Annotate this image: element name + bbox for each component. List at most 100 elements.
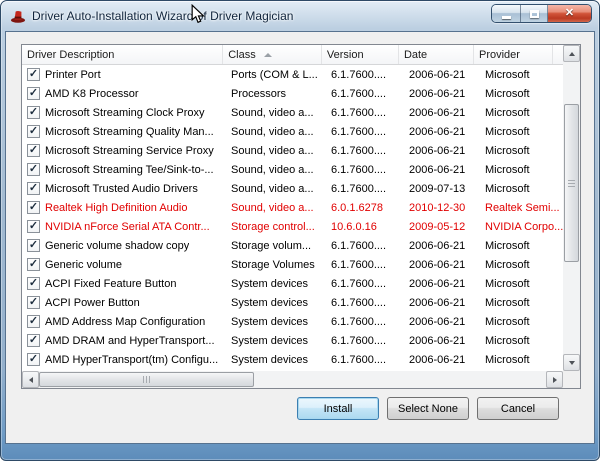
row-checkbox[interactable]: ✓ — [27, 144, 40, 157]
cell-date: 2010-12-30 — [404, 202, 480, 214]
column-header-label: Class — [228, 49, 256, 61]
vertical-scroll-thumb[interactable] — [564, 104, 579, 262]
table-row[interactable]: ✓AMD HyperTransport(tm) Configu...System… — [22, 350, 563, 369]
maximize-icon — [530, 10, 539, 18]
cell-date: 2006-06-21 — [404, 145, 480, 157]
cell-provider: Microsoft — [480, 126, 563, 138]
arrow-down-icon — [569, 361, 575, 365]
horizontal-scroll-track[interactable] — [39, 371, 546, 388]
list-body: ✓Printer PortPorts (COM & L...6.1.7600..… — [22, 65, 563, 371]
cell-version: 6.0.1.6278 — [326, 202, 404, 214]
table-row[interactable]: ✓Printer PortPorts (COM & L...6.1.7600..… — [22, 65, 563, 84]
scroll-right-button[interactable] — [546, 371, 563, 388]
driver-description-label: ACPI Fixed Feature Button — [45, 278, 176, 290]
cell-date: 2006-06-21 — [404, 297, 480, 309]
row-checkbox[interactable]: ✓ — [27, 296, 40, 309]
driver-description-label: Microsoft Streaming Service Proxy — [45, 145, 214, 157]
cell-description: ✓Generic volume — [22, 258, 226, 271]
row-checkbox[interactable]: ✓ — [27, 201, 40, 214]
row-checkbox[interactable]: ✓ — [27, 239, 40, 252]
table-row[interactable]: ✓Microsoft Streaming Tee/Sink-to-...Soun… — [22, 160, 563, 179]
column-header-driver-description[interactable]: Driver Description — [22, 45, 223, 64]
column-header-class[interactable]: Class — [223, 45, 322, 64]
select-none-button[interactable]: Select None — [387, 397, 469, 420]
scroll-left-button[interactable] — [22, 371, 39, 388]
table-row[interactable]: ✓Generic volume shadow copyStorage volum… — [22, 236, 563, 255]
driver-description-label: Microsoft Trusted Audio Drivers — [45, 183, 198, 195]
column-header-provider[interactable]: Provider — [474, 45, 553, 64]
install-button[interactable]: Install — [297, 397, 379, 420]
row-checkbox[interactable]: ✓ — [27, 106, 40, 119]
arrow-right-icon — [553, 377, 557, 383]
table-row[interactable]: ✓Microsoft Streaming Service ProxySound,… — [22, 141, 563, 160]
table-row[interactable]: ✓ACPI Power ButtonSystem devices6.1.7600… — [22, 293, 563, 312]
table-row[interactable]: ✓AMD DRAM and HyperTransport...System de… — [22, 331, 563, 350]
row-checkbox[interactable]: ✓ — [27, 334, 40, 347]
column-header-label: Driver Description — [27, 49, 114, 61]
close-button[interactable]: ✕ — [548, 5, 591, 22]
table-row[interactable]: ✓AMD K8 ProcessorProcessors6.1.7600....2… — [22, 84, 563, 103]
row-checkbox[interactable]: ✓ — [27, 220, 40, 233]
column-header-date[interactable]: Date — [399, 45, 474, 64]
cell-date: 2006-06-21 — [404, 335, 480, 347]
cell-version: 6.1.7600.... — [326, 354, 404, 366]
cell-provider: Microsoft — [480, 183, 563, 195]
row-checkbox[interactable]: ✓ — [27, 258, 40, 271]
row-checkbox[interactable]: ✓ — [27, 68, 40, 81]
maximize-button[interactable] — [520, 5, 548, 22]
row-checkbox[interactable]: ✓ — [27, 315, 40, 328]
table-row[interactable]: ✓Realtek High Definition AudioSound, vid… — [22, 198, 563, 217]
table-row[interactable]: ✓Microsoft Streaming Clock ProxySound, v… — [22, 103, 563, 122]
driver-description-label: AMD HyperTransport(tm) Configu... — [45, 354, 218, 366]
action-buttons: Install Select None Cancel — [297, 397, 559, 420]
cell-date: 2009-07-13 — [404, 183, 480, 195]
cell-date: 2006-06-21 — [404, 240, 480, 252]
vertical-scroll-track[interactable] — [563, 62, 580, 354]
table-row[interactable]: ✓NVIDIA nForce Serial ATA Contr...Storag… — [22, 217, 563, 236]
title-bar[interactable]: Driver Auto-Installation Wizard of Drive… — [1, 1, 599, 31]
driver-description-label: NVIDIA nForce Serial ATA Contr... — [45, 221, 210, 233]
cell-description: ✓ AMD HyperTransport(tm) Configu... — [22, 353, 226, 366]
list-header: Driver Description Class VersionDateProvid… — [22, 45, 563, 65]
cell-date: 2006-06-21 — [404, 126, 480, 138]
table-row[interactable]: ✓AMD Address Map ConfigurationSystem dev… — [22, 312, 563, 331]
cell-description: ✓ ACPI Power Button — [22, 296, 226, 309]
scroll-up-button[interactable] — [563, 45, 580, 62]
cell-class: Storage volum... — [226, 240, 326, 252]
cell-class: Sound, video a... — [226, 202, 326, 214]
cell-description: ✓AMD Address Map Configuration — [22, 315, 226, 328]
cancel-button[interactable]: Cancel — [477, 397, 559, 420]
cell-provider: NVIDIA Corpo... — [480, 221, 563, 233]
row-checkbox[interactable]: ✓ — [27, 182, 40, 195]
cell-description: ✓ NVIDIA nForce Serial ATA Contr... — [22, 220, 226, 233]
row-checkbox[interactable]: ✓ — [27, 277, 40, 290]
scroll-down-button[interactable] — [563, 354, 580, 371]
driver-description-label: Microsoft Streaming Tee/Sink-to-... — [45, 164, 214, 176]
window-controls: ✕ — [491, 4, 592, 23]
row-checkbox[interactable]: ✓ — [27, 87, 40, 100]
cell-version: 6.1.7600.... — [326, 297, 404, 309]
row-checkbox[interactable]: ✓ — [27, 163, 40, 176]
horizontal-scrollbar[interactable] — [22, 371, 563, 388]
cell-class: Processors — [226, 88, 326, 100]
table-row[interactable]: ✓Microsoft Streaming Quality Man...Sound… — [22, 122, 563, 141]
cell-date: 2006-06-21 — [404, 164, 480, 176]
cell-version: 6.1.7600.... — [326, 126, 404, 138]
cell-version: 6.1.7600.... — [326, 107, 404, 119]
cell-version: 10.6.0.16 — [326, 221, 404, 233]
column-header-version[interactable]: Version — [322, 45, 399, 64]
table-row[interactable]: ✓ACPI Fixed Feature ButtonSystem devices… — [22, 274, 563, 293]
horizontal-scroll-thumb[interactable] — [39, 372, 254, 387]
table-row[interactable]: ✓Generic volumeStorage Volumes6.1.7600..… — [22, 255, 563, 274]
row-checkbox[interactable]: ✓ — [27, 353, 40, 366]
cell-date: 2006-06-21 — [404, 354, 480, 366]
table-row[interactable]: ✓Microsoft Trusted Audio DriversSound, v… — [22, 179, 563, 198]
cell-date: 2006-06-21 — [404, 69, 480, 81]
cell-provider: Microsoft — [480, 88, 563, 100]
minimize-button[interactable] — [492, 5, 520, 22]
cell-version: 6.1.7600.... — [326, 145, 404, 157]
driver-description-label: ACPI Power Button — [45, 297, 140, 309]
mouse-cursor — [191, 4, 205, 25]
row-checkbox[interactable]: ✓ — [27, 125, 40, 138]
vertical-scrollbar[interactable] — [563, 45, 580, 371]
